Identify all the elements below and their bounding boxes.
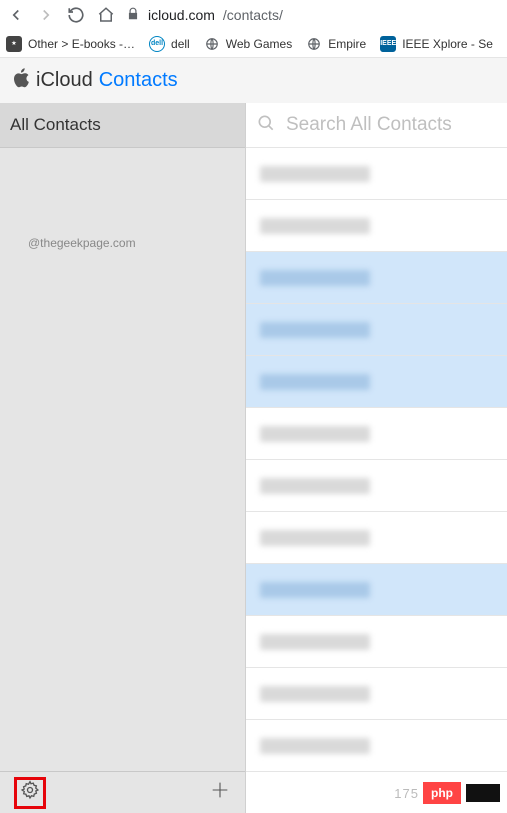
contact-row[interactable] [246,564,507,616]
contact-row[interactable] [246,148,507,200]
contact-row[interactable] [246,408,507,460]
sidebar-footer [0,771,245,813]
search-bar[interactable]: Search All Contacts [246,103,507,148]
contact-row[interactable] [246,668,507,720]
browser-nav-bar: icloud.com/contacts/ [0,0,507,30]
watermark-tag: php [423,782,461,804]
contact-count: 175 [394,786,419,801]
contact-name-redacted [260,374,370,390]
home-button[interactable] [96,5,116,25]
globe-icon [306,36,322,52]
contact-row[interactable] [246,720,507,772]
main-content: All Contacts @thegeekpage.com Search All… [0,103,507,813]
globe-icon [204,36,220,52]
url-host: icloud.com [148,7,215,23]
content-pane: Search All Contacts 175 php [246,103,507,813]
sidebar: All Contacts @thegeekpage.com [0,103,246,813]
contact-name-redacted [260,530,370,546]
address-bar[interactable]: icloud.com/contacts/ [126,7,283,24]
bookmark-item[interactable]: dell dell [149,36,190,52]
back-button[interactable] [6,5,26,25]
contact-name-redacted [260,426,370,442]
search-icon [256,113,276,138]
contact-row[interactable] [246,304,507,356]
bookmarks-bar: ⭑ Other > E-books -… dell dell Web Games Empi… [0,30,507,58]
icloud-header: iCloud Contacts [0,58,507,103]
contact-name-redacted [260,634,370,650]
bookmark-item[interactable]: Empire [306,36,366,52]
settings-highlight [14,777,46,809]
contact-row[interactable] [246,200,507,252]
contact-name-redacted [260,686,370,702]
bookmark-item[interactable]: ⭑ Other > E-books -… [6,36,135,52]
sidebar-group-title[interactable]: All Contacts [0,103,245,148]
contact-name-redacted [260,582,370,598]
apple-logo-icon [12,68,30,94]
content-footer: 175 php [388,773,507,813]
contact-row[interactable] [246,512,507,564]
contact-row[interactable] [246,252,507,304]
dell-icon: dell [149,36,165,52]
bookmark-label: Other > E-books -… [28,37,135,51]
contact-row[interactable] [246,616,507,668]
lock-icon [126,7,140,24]
contact-name-redacted [260,218,370,234]
contact-row[interactable] [246,460,507,512]
bookmark-label: Empire [328,37,366,51]
bookmark-item[interactable]: IEEE IEEE Xplore - Se [380,36,493,52]
credit-text: @thegeekpage.com [28,236,245,250]
contact-name-redacted [260,270,370,286]
bookmark-label: Web Games [226,37,292,51]
folder-icon: ⭑ [6,36,22,52]
contact-name-redacted [260,738,370,754]
bookmark-label: dell [171,37,190,51]
bookmark-label: IEEE Xplore - Se [402,37,493,51]
watermark-box [465,783,501,803]
contacts-list[interactable]: 175 php [246,148,507,813]
app-name-link[interactable]: Contacts [99,69,178,92]
reload-button[interactable] [66,5,86,25]
contact-name-redacted [260,166,370,182]
sidebar-body: @thegeekpage.com [0,148,245,771]
search-placeholder: Search All Contacts [286,114,452,136]
contact-name-redacted [260,478,370,494]
gear-icon[interactable] [20,780,40,805]
add-contact-button[interactable] [209,779,231,806]
contact-row[interactable] [246,356,507,408]
contact-name-redacted [260,322,370,338]
bookmark-item[interactable]: Web Games [204,36,292,52]
ieee-icon: IEEE [380,36,396,52]
brand-text: iCloud [36,69,93,92]
forward-button[interactable] [36,5,56,25]
url-path: /contacts/ [223,7,283,23]
